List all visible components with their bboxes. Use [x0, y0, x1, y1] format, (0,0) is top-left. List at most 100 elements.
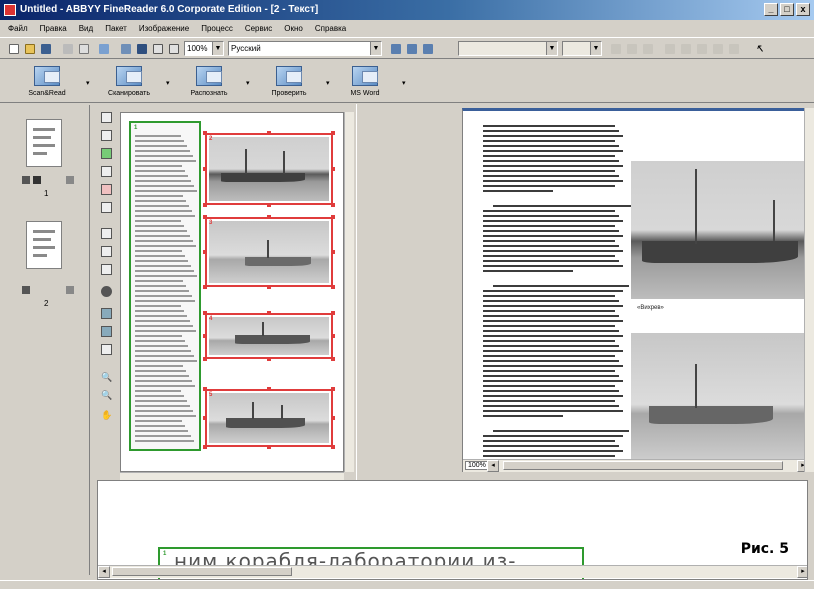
resize-handle[interactable] — [267, 311, 271, 315]
page-thumbnail[interactable] — [26, 119, 62, 167]
resize-handle[interactable] — [203, 203, 207, 207]
scroll-thumb[interactable] — [503, 461, 783, 470]
resize-handle[interactable] — [331, 285, 335, 289]
scroll-left-icon[interactable]: ◂ — [487, 460, 499, 472]
help-pointer-button[interactable]: ↖ — [752, 41, 767, 56]
menu-window[interactable]: Окно — [282, 24, 305, 33]
read-button[interactable]: Распознать — [176, 62, 242, 102]
resize-handle[interactable] — [267, 215, 271, 219]
columns-button[interactable] — [726, 41, 741, 56]
align-right-button[interactable] — [694, 41, 709, 56]
menu-help[interactable]: Справка — [313, 24, 348, 33]
deskew-icon[interactable] — [101, 308, 112, 319]
font-size-select[interactable]: ▼ — [562, 41, 602, 56]
resize-handle[interactable] — [203, 131, 207, 135]
resize-handle[interactable] — [331, 203, 335, 207]
view-mode-1-button[interactable] — [388, 41, 403, 56]
resize-handle[interactable] — [203, 445, 207, 449]
finereader-app-icon[interactable] — [4, 4, 16, 16]
rotate-icon[interactable] — [101, 326, 112, 337]
resize-handle[interactable] — [331, 334, 335, 338]
text-region-tool-icon[interactable] — [101, 130, 112, 141]
close-button[interactable]: x — [796, 3, 810, 16]
resize-handle[interactable] — [203, 215, 207, 219]
read-small-button[interactable] — [134, 41, 149, 56]
pan-icon[interactable]: ✋ — [101, 410, 112, 421]
menu-tools[interactable]: Сервис — [243, 24, 274, 33]
scan-button[interactable]: Сканировать — [96, 62, 162, 102]
font-select[interactable]: ▼ — [458, 41, 558, 56]
align-center-button[interactable] — [678, 41, 693, 56]
resize-handle[interactable] — [267, 357, 271, 361]
minimize-button[interactable]: _ — [764, 3, 778, 16]
open-button[interactable] — [22, 41, 37, 56]
text-pane-zoom[interactable]: 100% — [465, 461, 489, 470]
scroll-left-icon[interactable]: ◂ — [98, 566, 110, 578]
page-thumbnail[interactable] — [26, 221, 62, 269]
check-dropdown-icon[interactable]: ▾ — [326, 79, 330, 87]
resize-handle[interactable] — [203, 167, 207, 171]
maximize-button[interactable]: □ — [780, 3, 794, 16]
view-mode-3-button[interactable] — [420, 41, 435, 56]
justify-button[interactable] — [710, 41, 725, 56]
resize-handle[interactable] — [331, 445, 335, 449]
text-pane-horizontal-scrollbar[interactable]: 100% ◂ ▸ — [463, 459, 808, 472]
resize-handle[interactable] — [203, 285, 207, 289]
scan-and-read-dropdown-icon[interactable]: ▾ — [86, 79, 90, 87]
resize-handle[interactable] — [267, 131, 271, 135]
resize-handle[interactable] — [331, 416, 335, 420]
copy-button[interactable] — [76, 41, 91, 56]
zoom-pane-horizontal-scrollbar[interactable]: ◂ ▸ — [98, 565, 807, 578]
resize-handle[interactable] — [203, 387, 207, 391]
cut-button[interactable] — [60, 41, 75, 56]
new-document-button[interactable] — [6, 41, 21, 56]
menu-view[interactable]: Вид — [77, 24, 95, 33]
add-region-icon[interactable] — [101, 202, 112, 213]
resize-handle[interactable] — [331, 311, 335, 315]
recognize-region-icon[interactable] — [101, 148, 112, 159]
bold-button[interactable] — [608, 41, 623, 56]
italic-button[interactable] — [624, 41, 639, 56]
zoom-in-icon[interactable]: 🔍 — [101, 372, 112, 383]
save-to-word-button[interactable]: MS Word — [332, 62, 398, 102]
resize-handle[interactable] — [331, 387, 335, 391]
resize-handle[interactable] — [203, 357, 207, 361]
resize-handle[interactable] — [203, 416, 207, 420]
resize-handle[interactable] — [267, 445, 271, 449]
picture-region[interactable]: 2 — [205, 133, 333, 205]
check-spelling-button[interactable]: Проверить — [256, 62, 322, 102]
text-pane-vertical-scrollbar[interactable] — [804, 108, 814, 472]
text-view-button[interactable] — [166, 41, 181, 56]
order-region-icon[interactable] — [101, 264, 112, 275]
read-dropdown-icon[interactable]: ▾ — [246, 79, 250, 87]
menu-batch[interactable]: Пакет — [103, 24, 129, 33]
table-region-tool-icon[interactable] — [101, 166, 112, 177]
scan-and-read-button[interactable]: Scan&Read — [14, 62, 80, 102]
undo-button[interactable] — [96, 41, 111, 56]
picture-region[interactable]: 5 — [205, 389, 333, 447]
resize-handle[interactable] — [203, 334, 207, 338]
eraser-icon[interactable] — [101, 286, 112, 297]
zoom-out-icon[interactable]: 🔍 — [101, 390, 112, 401]
scan-small-button[interactable] — [118, 41, 133, 56]
scroll-right-icon[interactable]: ▸ — [797, 566, 807, 578]
menu-process[interactable]: Процесс — [199, 24, 235, 33]
resize-handle[interactable] — [331, 167, 335, 171]
zoom-select[interactable]: 100% ▼ — [184, 41, 224, 56]
resize-handle[interactable] — [331, 250, 335, 254]
menu-edit[interactable]: Правка — [38, 24, 69, 33]
picture-region[interactable]: 4 — [205, 313, 333, 359]
underline-button[interactable] — [640, 41, 655, 56]
align-left-button[interactable] — [662, 41, 677, 56]
save-dropdown-icon[interactable]: ▾ — [402, 79, 406, 87]
language-select[interactable]: Русский ▼ — [228, 41, 382, 56]
menu-image[interactable]: Изображение — [137, 24, 191, 33]
resize-handle[interactable] — [331, 131, 335, 135]
image-pane-vertical-scrollbar[interactable] — [344, 112, 354, 472]
resize-handle[interactable] — [203, 311, 207, 315]
resize-handle[interactable] — [331, 215, 335, 219]
save-button[interactable] — [38, 41, 53, 56]
pane-splitter[interactable] — [356, 104, 462, 480]
resize-handle[interactable] — [267, 203, 271, 207]
scan-dropdown-icon[interactable]: ▾ — [166, 79, 170, 87]
